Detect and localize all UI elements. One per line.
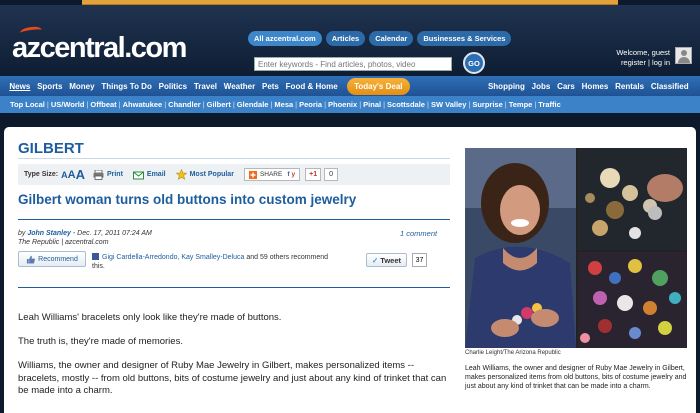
search-go-button[interactable]: GO: [463, 52, 485, 74]
type-size-label: Type Size:: [24, 171, 59, 178]
nav-food-home[interactable]: Food & Home: [282, 82, 341, 91]
article-headline: Gilbert woman turns old buttons into cus…: [18, 192, 357, 207]
tweet-button[interactable]: ✓ Tweet: [366, 253, 407, 267]
nav-weather[interactable]: Weather: [220, 82, 258, 91]
nav-jobs[interactable]: Jobs: [528, 82, 553, 91]
comments-link[interactable]: 1 comment: [400, 229, 437, 238]
printer-icon: [93, 169, 104, 180]
nav-news[interactable]: News: [6, 82, 34, 91]
search-scope-tabs: All azcentral.com Articles Calendar Busi…: [248, 31, 512, 46]
scope-businesses[interactable]: Businesses & Services: [417, 31, 512, 46]
article-paragraph: The truth is, they're made of memories.: [18, 336, 183, 348]
nav-money[interactable]: Money: [66, 82, 98, 91]
facebook-icon: [92, 253, 99, 260]
photo-caption: Leah Williams, the owner and designer of…: [465, 365, 687, 390]
nav-cars[interactable]: Cars: [554, 82, 579, 91]
main-nav: News Sports Money Things To Do Politics …: [0, 76, 700, 96]
photo-credit: Charlie Leight/The Arizona Republic: [465, 350, 561, 356]
article-paragraph: Leah Williams' bracelets only look like …: [18, 312, 282, 323]
subnav-offbeat[interactable]: Offbeat: [90, 100, 116, 109]
subnav-top-local[interactable]: Top Local: [10, 100, 45, 109]
nav-travel[interactable]: Travel: [190, 82, 220, 91]
article-photo[interactable]: [465, 148, 687, 348]
subnav-gilbert[interactable]: Gilbert: [207, 100, 231, 109]
subnav-us-world[interactable]: US/World: [51, 100, 85, 109]
article-paragraph: Williams, the owner and designer of Ruby…: [18, 360, 447, 396]
subnav-surprise[interactable]: Surprise: [472, 100, 502, 109]
welcome-text: Welcome, guest: [616, 48, 670, 57]
scope-articles[interactable]: Articles: [325, 31, 366, 46]
subnav-sw-valley[interactable]: SW Valley: [431, 100, 466, 109]
print-button[interactable]: Print: [93, 169, 123, 180]
subnav-mesa[interactable]: Mesa: [274, 100, 293, 109]
recommend-names[interactable]: Gigi Cardella-Arredondo, Kay Smalley-Del…: [102, 254, 244, 261]
avatar-icon[interactable]: [675, 47, 692, 64]
section-title[interactable]: GILBERT: [18, 140, 84, 157]
email-button[interactable]: Email: [132, 170, 166, 180]
most-popular-label: Most Popular: [189, 171, 234, 178]
google-plus-one-button[interactable]: +1: [305, 168, 322, 181]
type-size-medium[interactable]: A: [68, 169, 76, 181]
account-links[interactable]: register | log in: [616, 58, 670, 68]
byline-prefix: by: [18, 230, 28, 237]
subnav-traffic[interactable]: Traffic: [538, 100, 561, 109]
print-label: Print: [106, 171, 123, 178]
site-header: azcentral.com All azcentral.com Articles…: [0, 5, 700, 76]
share-label: SHARE: [259, 171, 283, 178]
author-link[interactable]: John Stanley: [27, 230, 71, 237]
scope-calendar[interactable]: Calendar: [369, 31, 414, 46]
email-icon: [132, 171, 144, 179]
subnav-scottsdale[interactable]: Scottsdale: [387, 100, 425, 109]
social-icons: f: [287, 171, 290, 178]
email-label: Email: [146, 171, 166, 178]
recommend-label: Recommend: [38, 255, 78, 263]
article-source: The Republic | azcentral.com: [18, 239, 109, 246]
most-popular-button[interactable]: Most Popular: [175, 169, 234, 180]
nav-classified[interactable]: Classified: [647, 82, 692, 91]
share-plus-icon: [248, 170, 257, 179]
tweet-count: 37: [412, 253, 427, 267]
nav-sports[interactable]: Sports: [34, 82, 66, 91]
nav-pets[interactable]: Pets: [259, 82, 283, 91]
nav-things-to-do[interactable]: Things To Do: [98, 82, 155, 91]
recommend-text: Gigi Cardella-Arredondo, Kay Smalley-Del…: [92, 253, 332, 271]
divider: [18, 219, 450, 220]
article-panel: GILBERT Type Size: A A A Print Email Mos…: [4, 127, 696, 413]
social-icons: y: [291, 171, 296, 178]
logo-text: azcentral.com: [12, 32, 187, 64]
article-body: Leah Williams' bracelets only look like …: [18, 312, 450, 409]
subnav-peoria[interactable]: Peoria: [299, 100, 322, 109]
welcome-area: Welcome, guest register | log in: [616, 48, 670, 68]
azcentral-logo[interactable]: azcentral.com: [12, 25, 187, 65]
subnav-glendale[interactable]: Glendale: [237, 100, 269, 109]
local-subnav: Top Local | US/World | Offbeat | Ahwatukee |…: [0, 96, 700, 113]
todays-deal-button[interactable]: Today's Deal: [347, 77, 410, 95]
article-date: - Dec. 17, 2011 07:24 AM: [70, 230, 152, 237]
divider: [18, 158, 450, 159]
nav-homes[interactable]: Homes: [578, 82, 611, 91]
nav-politics[interactable]: Politics: [155, 82, 190, 91]
subnav-ahwatukee[interactable]: Ahwatukee: [123, 100, 163, 109]
subnav-pinal[interactable]: Pinal: [363, 100, 381, 109]
nav-shopping[interactable]: Shopping: [485, 82, 529, 91]
plus-one-label: +1: [309, 171, 318, 178]
nav-rentals[interactable]: Rentals: [612, 82, 648, 91]
type-size-large[interactable]: A: [76, 167, 85, 182]
thumbs-up-icon: [27, 255, 36, 264]
search-input[interactable]: [254, 57, 452, 71]
star-icon: [175, 169, 187, 180]
subnav-chandler[interactable]: Chandler: [168, 100, 201, 109]
photo-image: [465, 148, 687, 348]
scope-all[interactable]: All azcentral.com: [248, 31, 322, 46]
tweet-label: Tweet: [380, 255, 401, 265]
facebook-recommend-button[interactable]: Recommend: [18, 251, 86, 267]
subnav-phoenix[interactable]: Phoenix: [328, 100, 357, 109]
plus-one-count: 0: [324, 168, 339, 181]
byline: by John Stanley - Dec. 17, 2011 07:24 AM…: [18, 229, 152, 247]
subnav-tempe[interactable]: Tempe: [509, 100, 533, 109]
article-toolbar: Type Size: A A A Print Email Most Popula…: [18, 164, 450, 185]
share-button[interactable]: SHARE f y: [243, 168, 301, 181]
twitter-bird-icon: ✓: [372, 255, 379, 265]
divider: [18, 287, 450, 288]
